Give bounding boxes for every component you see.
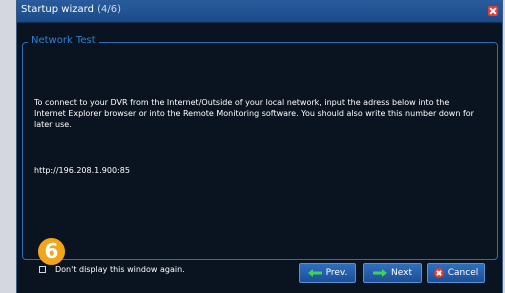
title-bar: Startup wizard (4/6) bbox=[17, 0, 502, 23]
callout-number-badge: 6 bbox=[38, 238, 65, 265]
prev-button-label: Prev. bbox=[325, 268, 348, 278]
cancel-x-icon bbox=[433, 268, 444, 278]
window-title-text: Startup wizard bbox=[21, 4, 94, 15]
dvr-url: http://196.208.1.900:85 bbox=[34, 166, 130, 175]
dont-show-again-label: Don't display this window again. bbox=[55, 265, 185, 274]
instructions-text: To connect to your DVR from the Internet… bbox=[34, 98, 474, 129]
window-title: Startup wizard (4/6) bbox=[21, 4, 121, 15]
close-icon[interactable] bbox=[488, 6, 498, 16]
step-counter: (4/6) bbox=[97, 4, 122, 15]
right-arrow-icon bbox=[373, 269, 388, 277]
cancel-button[interactable]: Cancel bbox=[427, 263, 485, 283]
startup-wizard-window: Startup wizard (4/6) Network Test To con… bbox=[16, 0, 503, 293]
dont-show-again-checkbox[interactable] bbox=[39, 266, 46, 273]
network-test-group bbox=[22, 42, 498, 260]
left-arrow-icon bbox=[307, 269, 322, 277]
section-legend: Network Test bbox=[28, 35, 99, 46]
cancel-button-label: Cancel bbox=[447, 268, 479, 278]
next-button-label: Next bbox=[391, 268, 412, 278]
next-button[interactable]: Next bbox=[363, 263, 422, 283]
prev-button[interactable]: Prev. bbox=[299, 263, 356, 283]
